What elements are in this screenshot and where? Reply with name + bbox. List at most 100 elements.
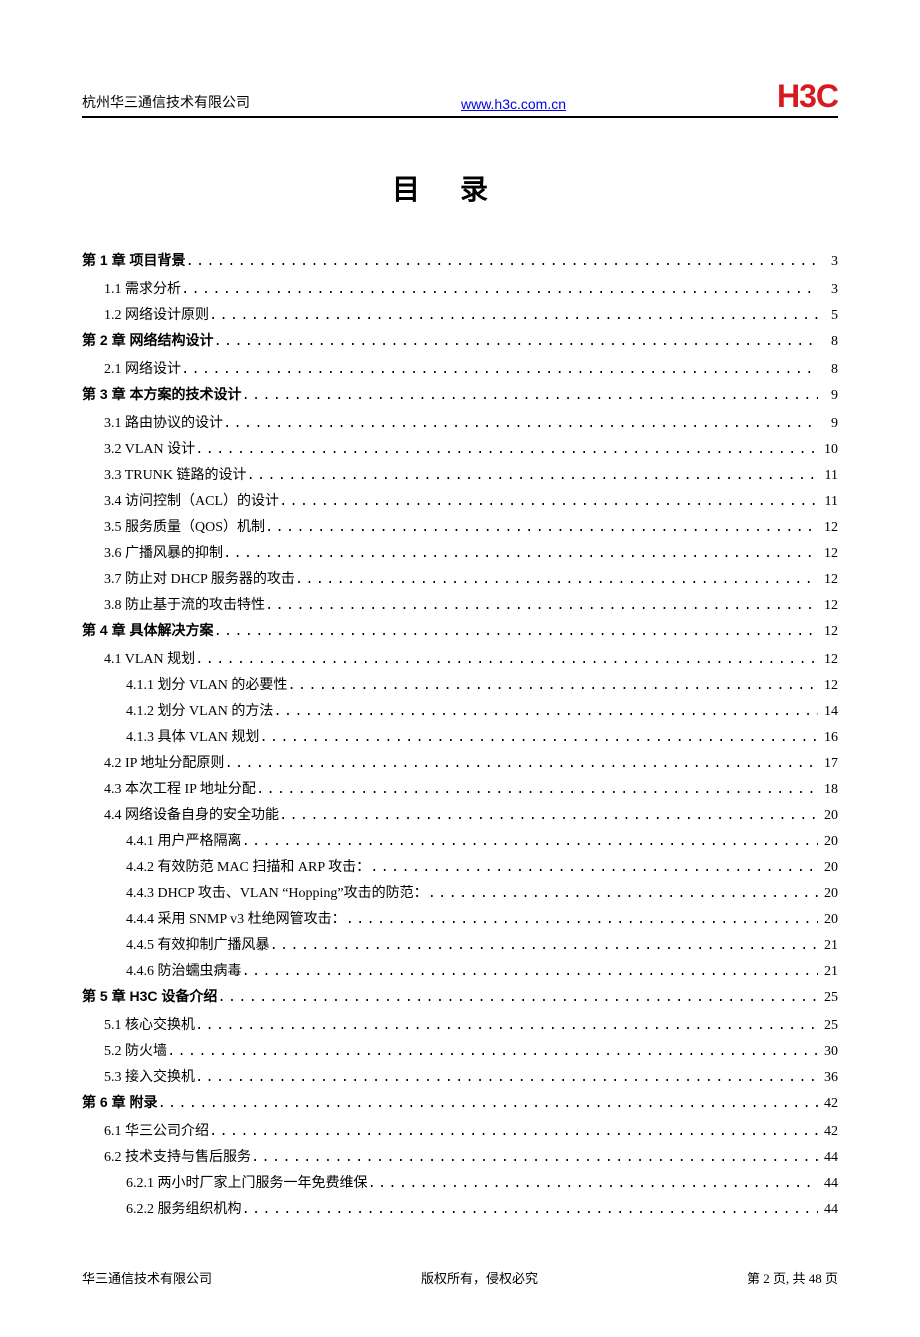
toc-entry[interactable]: 4.1 VLAN 规划 ............................… xyxy=(82,648,838,668)
toc-entry-page: 12 xyxy=(818,678,838,694)
toc-leader-dots: ........................................… xyxy=(265,598,818,614)
toc-entry[interactable]: 3.3 TRUNK 链路的设计 ........................… xyxy=(82,464,838,484)
toc-entry-page: 17 xyxy=(818,756,838,772)
toc-entry[interactable]: 3.6 广播风暴的抑制 ............................… xyxy=(82,542,838,562)
footer-copyright: 版权所有，侵权必究 xyxy=(421,1268,538,1287)
page-header: 杭州华三通信技术有限公司 www.h3c.com.cn H3C xyxy=(82,80,838,118)
toc-leader-dots: ........................................… xyxy=(279,808,818,824)
toc-entry-page: 44 xyxy=(818,1202,838,1218)
toc-leader-dots: ........................................… xyxy=(185,254,818,270)
toc-entry-page: 25 xyxy=(818,990,838,1006)
toc-entry[interactable]: 4.4.5 有效抑制广播风暴 .........................… xyxy=(82,934,838,954)
toc-leader-dots: ........................................… xyxy=(167,1044,818,1060)
toc-entry[interactable]: 3.5 服务质量（QOS）机制 ........................… xyxy=(82,516,838,536)
toc-entry[interactable]: 5.3 接入交换机 ..............................… xyxy=(82,1066,838,1086)
toc-entry-page: 3 xyxy=(818,282,838,298)
toc-leader-dots: ........................................… xyxy=(209,308,818,324)
toc-entry[interactable]: 第 1 章 项目背景 .............................… xyxy=(82,250,838,270)
table-of-contents: 第 1 章 项目背景 .............................… xyxy=(82,250,838,1218)
toc-entry-page: 21 xyxy=(818,964,838,980)
toc-entry[interactable]: 第 5 章 H3C 设备介绍 .........................… xyxy=(82,986,838,1006)
toc-entry[interactable]: 4.4.6 防治蠕虫病毒 ...........................… xyxy=(82,960,838,980)
toc-leader-dots: ........................................… xyxy=(242,964,819,980)
toc-leader-dots: ........................................… xyxy=(209,1124,818,1140)
toc-leader-dots: ........................................… xyxy=(181,362,818,378)
toc-entry[interactable]: 4.4.2 有效防范 MAC 扫描和 ARP 攻击： .............… xyxy=(82,856,838,876)
toc-leader-dots: ........................................… xyxy=(217,990,818,1006)
toc-entry-page: 20 xyxy=(818,834,838,850)
toc-leader-dots: ........................................… xyxy=(213,334,818,350)
toc-entry-label: 6.2 技术支持与售后服务 xyxy=(104,1146,251,1166)
toc-entry[interactable]: 6.1 华三公司介绍 .............................… xyxy=(82,1120,838,1140)
toc-leader-dots: ........................................… xyxy=(295,572,818,588)
toc-entry-page: 44 xyxy=(818,1176,838,1192)
company-url-link[interactable]: www.h3c.com.cn xyxy=(461,96,566,112)
toc-entry[interactable]: 2.1 网络设计 ...............................… xyxy=(82,358,838,378)
toc-entry[interactable]: 4.4.4 采用 SNMP v3 杜绝网管攻击： ...............… xyxy=(82,908,838,928)
toc-entry-label: 4.4.3 DHCP 攻击、VLAN “Hopping”攻击的防范： xyxy=(126,882,428,902)
toc-entry[interactable]: 3.1 路由协议的设计 ............................… xyxy=(82,412,838,432)
toc-entry-label: 4.1.3 具体 VLAN 规划 xyxy=(126,726,259,746)
toc-entry-page: 16 xyxy=(818,730,838,746)
toc-entry-label: 4.4.1 用户严格隔离 xyxy=(126,830,242,850)
toc-entry[interactable]: 4.2 IP 地址分配原则 ..........................… xyxy=(82,752,838,772)
toc-entry-page: 12 xyxy=(818,598,838,614)
toc-entry-page: 12 xyxy=(818,546,838,562)
toc-entry[interactable]: 3.8 防止基于流的攻击特性 .........................… xyxy=(82,594,838,614)
toc-entry-label: 4.1.1 划分 VLAN 的必要性 xyxy=(126,674,287,694)
toc-entry-label: 第 5 章 H3C 设备介绍 xyxy=(82,986,217,1006)
toc-entry-label: 6.1 华三公司介绍 xyxy=(104,1120,209,1140)
toc-entry-page: 20 xyxy=(818,808,838,824)
toc-entry-label: 1.2 网络设计原则 xyxy=(104,304,209,324)
toc-leader-dots: ........................................… xyxy=(242,834,819,850)
toc-leader-dots: ........................................… xyxy=(195,442,818,458)
toc-entry[interactable]: 6.2.2 服务组织机构 ...........................… xyxy=(82,1198,838,1218)
toc-entry[interactable]: 4.4 网络设备自身的安全功能 ........................… xyxy=(82,804,838,824)
toc-entry-page: 20 xyxy=(818,912,838,928)
toc-leader-dots: ........................................… xyxy=(223,416,818,432)
toc-leader-dots: ........................................… xyxy=(279,494,818,510)
toc-entry-label: 3.2 VLAN 设计 xyxy=(104,438,195,458)
toc-entry[interactable]: 第 2 章 网络结构设计 ...........................… xyxy=(82,330,838,350)
toc-entry[interactable]: 4.4.1 用户严格隔离 ...........................… xyxy=(82,830,838,850)
toc-entry[interactable]: 6.2 技术支持与售后服务 ..........................… xyxy=(82,1146,838,1166)
page-footer: 华三通信技术有限公司 版权所有，侵权必究 第 2 页, 共 48 页 xyxy=(82,1268,838,1287)
toc-entry[interactable]: 第 4 章 具体解决方案 ...........................… xyxy=(82,620,838,640)
toc-entry[interactable]: 5.1 核心交换机 ..............................… xyxy=(82,1014,838,1034)
toc-entry[interactable]: 第 3 章 本方案的技术设计 .........................… xyxy=(82,384,838,404)
toc-entry[interactable]: 1.2 网络设计原则 .............................… xyxy=(82,304,838,324)
toc-entry[interactable]: 4.1.2 划分 VLAN 的方法 ......................… xyxy=(82,700,838,720)
toc-leader-dots: ........................................… xyxy=(241,388,818,404)
toc-entry-label: 2.1 网络设计 xyxy=(104,358,181,378)
toc-entry[interactable]: 第 6 章 附录 ...............................… xyxy=(82,1092,838,1112)
toc-entry-label: 3.3 TRUNK 链路的设计 xyxy=(104,464,246,484)
toc-entry[interactable]: 5.2 防火墙 ................................… xyxy=(82,1040,838,1060)
toc-entry-label: 4.1.2 划分 VLAN 的方法 xyxy=(126,700,273,720)
toc-entry[interactable]: 4.4.3 DHCP 攻击、VLAN “Hopping”攻击的防范： .....… xyxy=(82,882,838,902)
toc-entry[interactable]: 6.2.1 两小时厂家上门服务一年免费维保 ..................… xyxy=(82,1172,838,1192)
toc-entry-label: 4.1 VLAN 规划 xyxy=(104,648,195,668)
toc-leader-dots: ........................................… xyxy=(346,912,818,928)
toc-entry-label: 第 4 章 具体解决方案 xyxy=(82,620,213,640)
toc-leader-dots: ........................................… xyxy=(368,1176,819,1192)
toc-entry-page: 9 xyxy=(818,388,838,404)
toc-entry-label: 第 3 章 本方案的技术设计 xyxy=(82,384,241,404)
toc-entry[interactable]: 3.2 VLAN 设计 ............................… xyxy=(82,438,838,458)
toc-entry-label: 4.2 IP 地址分配原则 xyxy=(104,752,224,772)
toc-entry[interactable]: 4.3 本次工程 IP 地址分配 .......................… xyxy=(82,778,838,798)
toc-entry-page: 30 xyxy=(818,1044,838,1060)
toc-entry[interactable]: 3.4 访问控制（ACL）的设计 .......................… xyxy=(82,490,838,510)
toc-entry-label: 3.1 路由协议的设计 xyxy=(104,412,223,432)
h3c-logo: H3C xyxy=(777,80,838,112)
toc-leader-dots: ........................................… xyxy=(251,1150,818,1166)
toc-entry-page: 12 xyxy=(818,652,838,668)
toc-entry-page: 11 xyxy=(818,494,838,510)
toc-entry-page: 44 xyxy=(818,1150,838,1166)
toc-entry-page: 12 xyxy=(818,520,838,536)
toc-entry[interactable]: 1.1 需求分析 ...............................… xyxy=(82,278,838,298)
toc-leader-dots: ........................................… xyxy=(370,860,818,876)
toc-entry[interactable]: 3.7 防止对 DHCP 服务器的攻击 ....................… xyxy=(82,568,838,588)
toc-entry[interactable]: 4.1.1 划分 VLAN 的必要性 .....................… xyxy=(82,674,838,694)
toc-leader-dots: ........................................… xyxy=(265,520,818,536)
toc-entry[interactable]: 4.1.3 具体 VLAN 规划 .......................… xyxy=(82,726,838,746)
